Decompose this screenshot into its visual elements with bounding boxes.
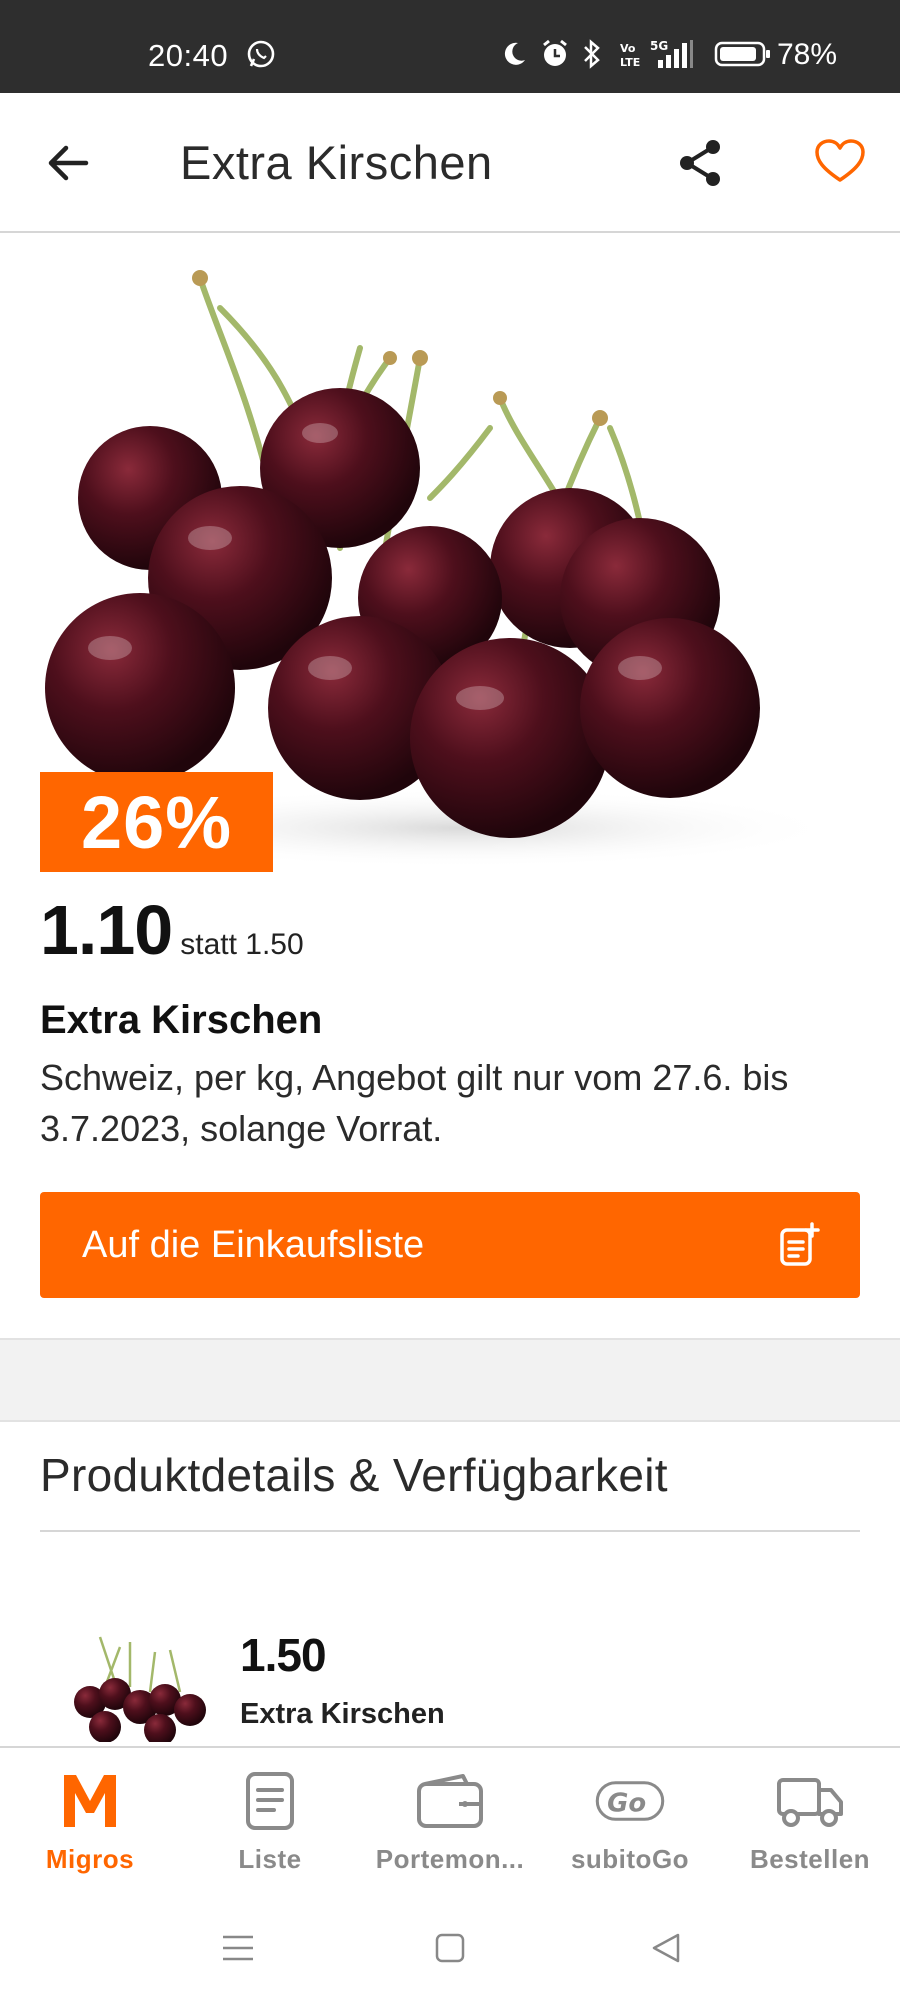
add-to-list-icon <box>778 1222 822 1268</box>
status-time: 20:40 <box>148 38 229 73</box>
svg-text:Vo: Vo <box>620 42 636 55</box>
nav-item-bestellen[interactable]: Bestellen <box>720 1748 900 1898</box>
signal-5g-icon: 5G <box>650 38 700 70</box>
arrow-left-icon[interactable] <box>40 135 96 191</box>
wallet-icon <box>415 1766 485 1836</box>
status-bar: 20:40 Vo LTE 5G 78% <box>0 0 900 93</box>
bluetooth-icon <box>582 38 602 70</box>
menu-icon[interactable] <box>216 1926 260 1970</box>
share-icon[interactable] <box>670 133 730 193</box>
battery-icon <box>714 38 772 70</box>
add-to-shopping-list-button[interactable]: Auf die Einkaufsliste <box>40 1192 860 1298</box>
nav-item-migros[interactable]: Migros <box>0 1748 180 1898</box>
back-triangle-icon[interactable] <box>644 1926 688 1970</box>
item-price: 1.50 <box>240 1629 327 1681</box>
section-divider-line <box>40 1530 860 1532</box>
current-price: 1.10 <box>40 891 173 969</box>
item-thumbnail <box>60 1632 220 1742</box>
list-icon <box>235 1766 305 1836</box>
item-name: Extra Kirschen <box>240 1698 445 1730</box>
truck-icon <box>775 1766 845 1836</box>
svg-text:LTE: LTE <box>620 56 640 69</box>
app-bar: Extra Kirschen <box>0 93 900 233</box>
system-navigation-bar <box>0 1896 900 2000</box>
price-row: 1.10 statt 1.50 <box>40 890 304 970</box>
alarm-icon <box>540 38 570 70</box>
do-not-disturb-icon <box>500 38 528 70</box>
heart-outline-icon[interactable] <box>810 131 870 191</box>
subitogo-icon: Go <box>595 1766 665 1836</box>
discount-badge: 26% <box>40 772 273 872</box>
nav-item-portemonnaie[interactable]: Portemon... <box>360 1748 540 1898</box>
svg-text:5G: 5G <box>650 39 668 53</box>
section-divider <box>0 1338 900 1422</box>
product-description: Schweiz, per kg, Angebot gilt nur vom 27… <box>40 1057 789 1149</box>
whatsapp-icon <box>246 38 276 70</box>
bottom-navigation: Migros Liste Portemon... Go subitoGo Bes… <box>0 1746 900 1896</box>
nav-item-subitogo[interactable]: Go subitoGo <box>540 1748 720 1898</box>
home-icon[interactable] <box>428 1926 472 1970</box>
page-title: Extra Kirschen <box>180 136 493 189</box>
cta-label: Auf die Einkaufsliste <box>82 1223 425 1266</box>
migros-m-icon <box>55 1766 125 1836</box>
old-price: statt 1.50 <box>180 928 304 961</box>
battery-percent: 78% <box>777 38 838 71</box>
details-section-title: Produktdetails & Verfügbarkeit <box>40 1449 668 1501</box>
volte-icon: Vo LTE <box>618 38 642 70</box>
svg-text:Go: Go <box>607 1789 646 1819</box>
product-name: Extra Kirschen <box>40 998 323 1042</box>
nav-item-liste[interactable]: Liste <box>180 1748 360 1898</box>
